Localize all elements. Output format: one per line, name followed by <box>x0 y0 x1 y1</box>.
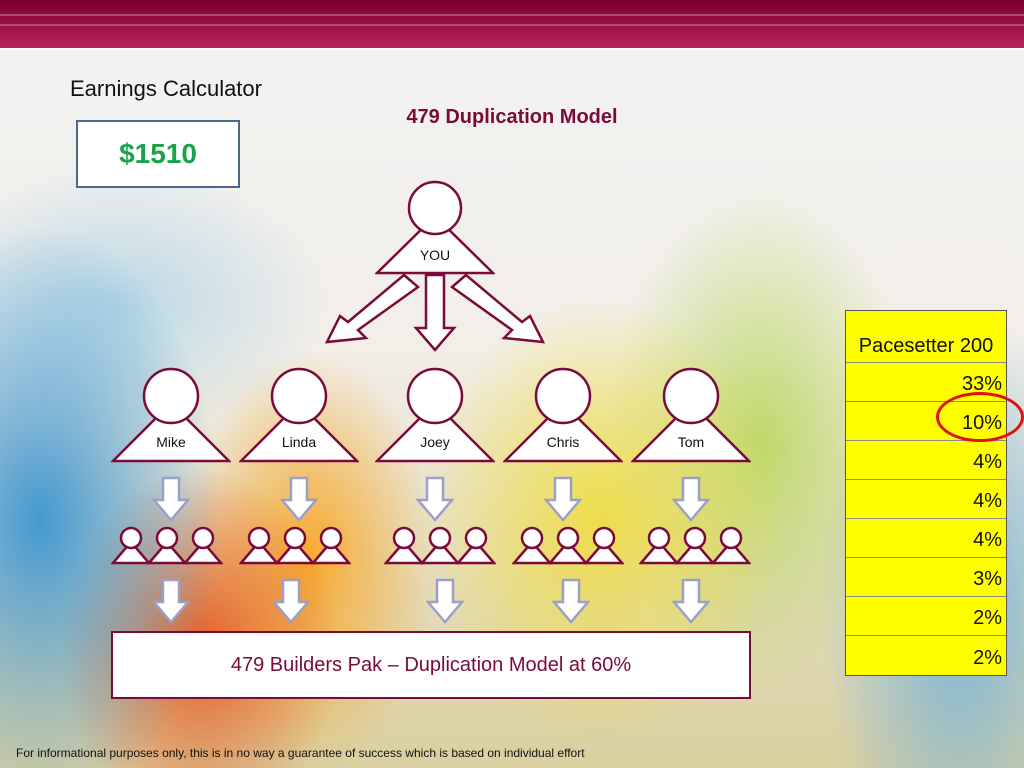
table-row: 4% <box>846 519 1006 558</box>
person-node-linda: Linda <box>239 365 359 465</box>
table-row: 2% <box>973 647 1002 669</box>
person-icon <box>631 367 751 463</box>
down-arrow-icon <box>280 476 318 522</box>
down-arrow-icon <box>672 578 710 624</box>
branch-arrows <box>324 273 546 352</box>
earnings-amount: $1510 <box>76 120 240 188</box>
person-node-chris: Chris <box>503 365 623 465</box>
person-icon <box>375 367 495 463</box>
disclaimer-text: For informational purposes only, this is… <box>16 746 585 760</box>
table-header: Pacesetter 200 <box>846 311 1006 363</box>
pacesetter-table: Pacesetter 200 33% 10% 4% 4% 4% 3% 2% 2% <box>845 310 1007 676</box>
person-label: Tom <box>677 434 705 450</box>
down-arrow-icon <box>416 476 454 522</box>
person-icon <box>111 367 231 463</box>
person-label: Mike <box>156 434 186 450</box>
down-arrow-icon <box>152 578 190 624</box>
three-people-icon <box>384 526 496 565</box>
table-row: 3% <box>846 558 1006 597</box>
down-right-arrow-icon <box>449 273 546 344</box>
person-label: YOU <box>419 247 451 263</box>
table-row: 2% <box>846 597 1006 636</box>
three-people-icon <box>512 526 624 565</box>
title-bar-stripe <box>0 14 1024 16</box>
down-arrow-icon <box>552 578 590 624</box>
down-arrow-icon <box>413 273 457 352</box>
three-people-icon <box>111 526 223 565</box>
down-arrow-icon <box>152 476 190 522</box>
table-row: 4% <box>846 441 1006 480</box>
model-title: 479 Duplication Model <box>406 106 618 128</box>
highlight-circle <box>936 392 1024 442</box>
person-node-joey: Joey <box>375 365 495 465</box>
down-arrow-icon <box>426 578 464 624</box>
person-label: Joey <box>420 434 450 450</box>
person-icon <box>375 180 495 275</box>
down-left-arrow-icon <box>324 273 421 344</box>
calculator-title: Earnings Calculator <box>70 76 262 101</box>
title-bar-stripe <box>0 24 1024 26</box>
person-icon <box>239 367 359 463</box>
person-label: Chris <box>546 434 580 450</box>
person-node-tom: Tom <box>631 365 751 465</box>
title-bar-band <box>0 0 1024 50</box>
person-node-mike: Mike <box>111 365 231 465</box>
table-row: 4% <box>846 480 1006 519</box>
down-arrow-icon <box>672 476 710 522</box>
person-label: Linda <box>281 434 317 450</box>
down-arrow-icon <box>272 578 310 624</box>
three-people-icon <box>639 526 751 565</box>
three-people-icon <box>239 526 351 565</box>
person-node-you: YOU <box>375 178 495 278</box>
down-arrow-icon <box>544 476 582 522</box>
builders-caption: 479 Builders Pak – Duplication Model at … <box>111 631 751 699</box>
person-icon <box>503 367 623 463</box>
